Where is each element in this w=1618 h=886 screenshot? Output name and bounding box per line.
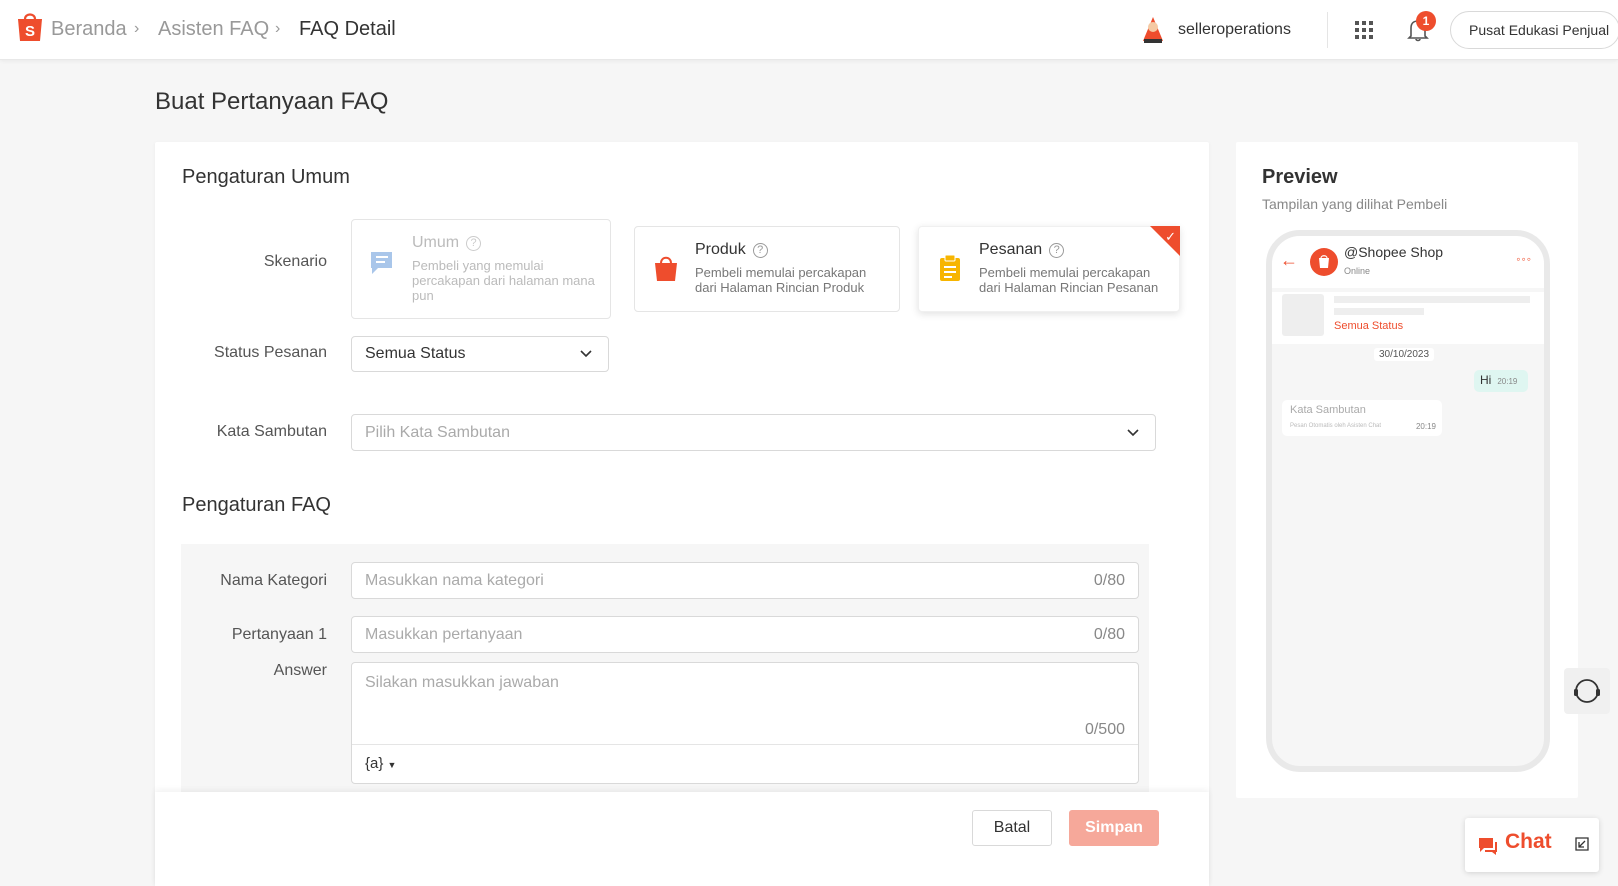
chat-widget[interactable]: Chat: [1465, 818, 1599, 872]
save-button[interactable]: Simpan: [1069, 810, 1159, 846]
check-icon: ✓: [1165, 229, 1176, 244]
category-char-count: 0/80: [1093, 572, 1125, 589]
faq-settings-title: Pengaturan FAQ: [182, 494, 331, 516]
product-thumbnail: [1282, 294, 1324, 336]
divider: [1327, 12, 1328, 48]
chevron-right-icon: ›: [275, 20, 281, 37]
scenario-option-general: Umum? Pembeli yang memulai percakapan da…: [351, 219, 611, 319]
shop-name: @Shopee Shop: [1344, 244, 1444, 260]
answer-char-count: 0/500: [1084, 721, 1125, 738]
top-bar: S Beranda › Asisten FAQ › FAQ Detail sel…: [0, 0, 1618, 60]
greeting-placeholder: Pilih Kata Sambutan: [365, 423, 510, 441]
breadcrumb-home[interactable]: Beranda: [51, 18, 127, 41]
placeholder-line: [1334, 296, 1530, 303]
seller-education-button[interactable]: Pusat Edukasi Penjual: [1450, 11, 1618, 49]
question-input[interactable]: Masukkan pertanyaan 0/80: [351, 616, 1139, 653]
minimize-icon[interactable]: [1574, 836, 1590, 852]
faq-form-card: Pengaturan Umum Skenario Umum? Pembeli y…: [155, 142, 1209, 886]
question-label: Pertanyaan 1: [231, 626, 327, 643]
placeholder-line: [1334, 308, 1424, 315]
order-status-value: Semua Status: [365, 345, 466, 362]
support-button[interactable]: [1564, 668, 1610, 714]
greeting-label: Kata Sambutan: [216, 423, 327, 440]
avatar: [1143, 17, 1163, 43]
cancel-button[interactable]: Batal: [972, 810, 1052, 846]
scenario-description: Pembeli memulai percakapan dari Halaman …: [695, 265, 867, 295]
scenario-option-product[interactable]: Produk? Pembeli memulai percakapan dari …: [634, 226, 900, 312]
order-status-text: Semua Status: [1334, 320, 1404, 332]
scenario-title: Umum: [412, 234, 460, 251]
order-status-label: Status Pesanan: [214, 344, 327, 361]
variable-label: {a}: [365, 755, 384, 772]
online-status: Online: [1344, 266, 1371, 276]
preview-panel: Preview Tampilan yang dilihat Pembeli ← …: [1236, 142, 1578, 798]
scenario-label: Skenario: [263, 253, 327, 270]
scenario-description: Pembeli memulai percakapan dari Halaman …: [979, 265, 1159, 295]
help-icon[interactable]: ?: [1049, 242, 1065, 258]
caret-down-icon: ▼: [387, 760, 397, 770]
shopping-bag-icon: [655, 256, 677, 281]
chevron-right-icon: ›: [134, 20, 140, 37]
chat-bubble-icon: [371, 252, 392, 274]
greeting-message: Kata Sambutan Pesan Otomatis oleh Asiste…: [1282, 400, 1442, 436]
apps-grid-icon[interactable]: [1354, 20, 1374, 40]
preview-subtitle: Tampilan yang dilihat Pembeli: [1262, 196, 1448, 212]
chat-label: Chat: [1505, 830, 1552, 853]
buyer-message-time: 20:19: [1497, 377, 1518, 386]
shop-avatar: [1310, 248, 1338, 276]
help-icon[interactable]: ?: [466, 235, 482, 251]
scenario-title: Pesanan: [979, 241, 1043, 258]
clipboard-icon: [940, 254, 960, 281]
scenario-description: Pembeli yang memulai percakapan dari hal…: [412, 258, 595, 303]
page-title: Buat Pertanyaan FAQ: [155, 88, 389, 115]
scenario-title: Produk: [695, 241, 746, 258]
breadcrumb-faq-assistant[interactable]: Asisten FAQ: [158, 18, 269, 41]
breadcrumb-faq-detail: FAQ Detail: [299, 18, 396, 40]
shopee-logo-icon[interactable]: S: [16, 10, 44, 42]
scenario-option-order[interactable]: Pesanan? Pembeli memulai percakapan dari…: [918, 226, 1180, 312]
preview-title: Preview: [1262, 166, 1338, 188]
category-label: Nama Kategori: [220, 572, 327, 589]
chat-icon: [1479, 838, 1497, 855]
more-icon: ◦◦◦: [1516, 252, 1532, 266]
user-menu[interactable]: selleroperations: [1138, 14, 1291, 46]
chat-date: 30/10/2023: [1374, 348, 1435, 361]
question-placeholder: Masukkan pertanyaan: [365, 626, 523, 643]
answer-textarea[interactable]: Silakan masukkan jawaban 0/500 {a} ▼: [351, 662, 1139, 784]
category-placeholder: Masukkan nama kategori: [365, 572, 544, 589]
arrow-left-icon: ←: [1280, 250, 1298, 270]
order-card: Semua Status: [1272, 292, 1544, 344]
answer-label: Answer: [273, 662, 327, 679]
order-status-select[interactable]: Semua Status: [351, 336, 609, 372]
chevron-down-icon: [580, 350, 592, 358]
headset-icon: [1574, 679, 1600, 703]
buyer-message: Hi 20:19: [1474, 370, 1528, 392]
shopee-bag-icon: [1319, 255, 1329, 268]
notification-badge: 1: [1416, 11, 1436, 31]
phone-mockup: ← @Shopee Shop Online ◦◦◦ Semua Status 3…: [1266, 230, 1550, 772]
answer-placeholder: Silakan masukkan jawaban: [365, 674, 559, 691]
divider: [352, 744, 1138, 745]
chat-header: ← @Shopee Shop Online ◦◦◦: [1272, 236, 1544, 288]
auto-reply-note: Pesan Otomatis oleh Asisten Chat: [1290, 423, 1382, 429]
category-name-input[interactable]: Masukkan nama kategori 0/80: [351, 562, 1139, 599]
general-settings-title: Pengaturan Umum: [182, 166, 350, 188]
greeting-message-time: 20:19: [1415, 422, 1436, 431]
form-footer: Batal Simpan: [155, 792, 1209, 886]
help-icon[interactable]: ?: [752, 242, 768, 258]
variable-insert-button[interactable]: {a} ▼: [365, 755, 396, 772]
svg-text:S: S: [25, 23, 35, 40]
chevron-down-icon: [1127, 428, 1139, 436]
buyer-message-text: Hi: [1480, 373, 1492, 387]
username: selleroperations: [1178, 21, 1291, 38]
question-char-count: 0/80: [1093, 626, 1125, 643]
greeting-select[interactable]: Pilih Kata Sambutan: [351, 414, 1156, 451]
greeting-message-text: Kata Sambutan: [1290, 404, 1366, 416]
